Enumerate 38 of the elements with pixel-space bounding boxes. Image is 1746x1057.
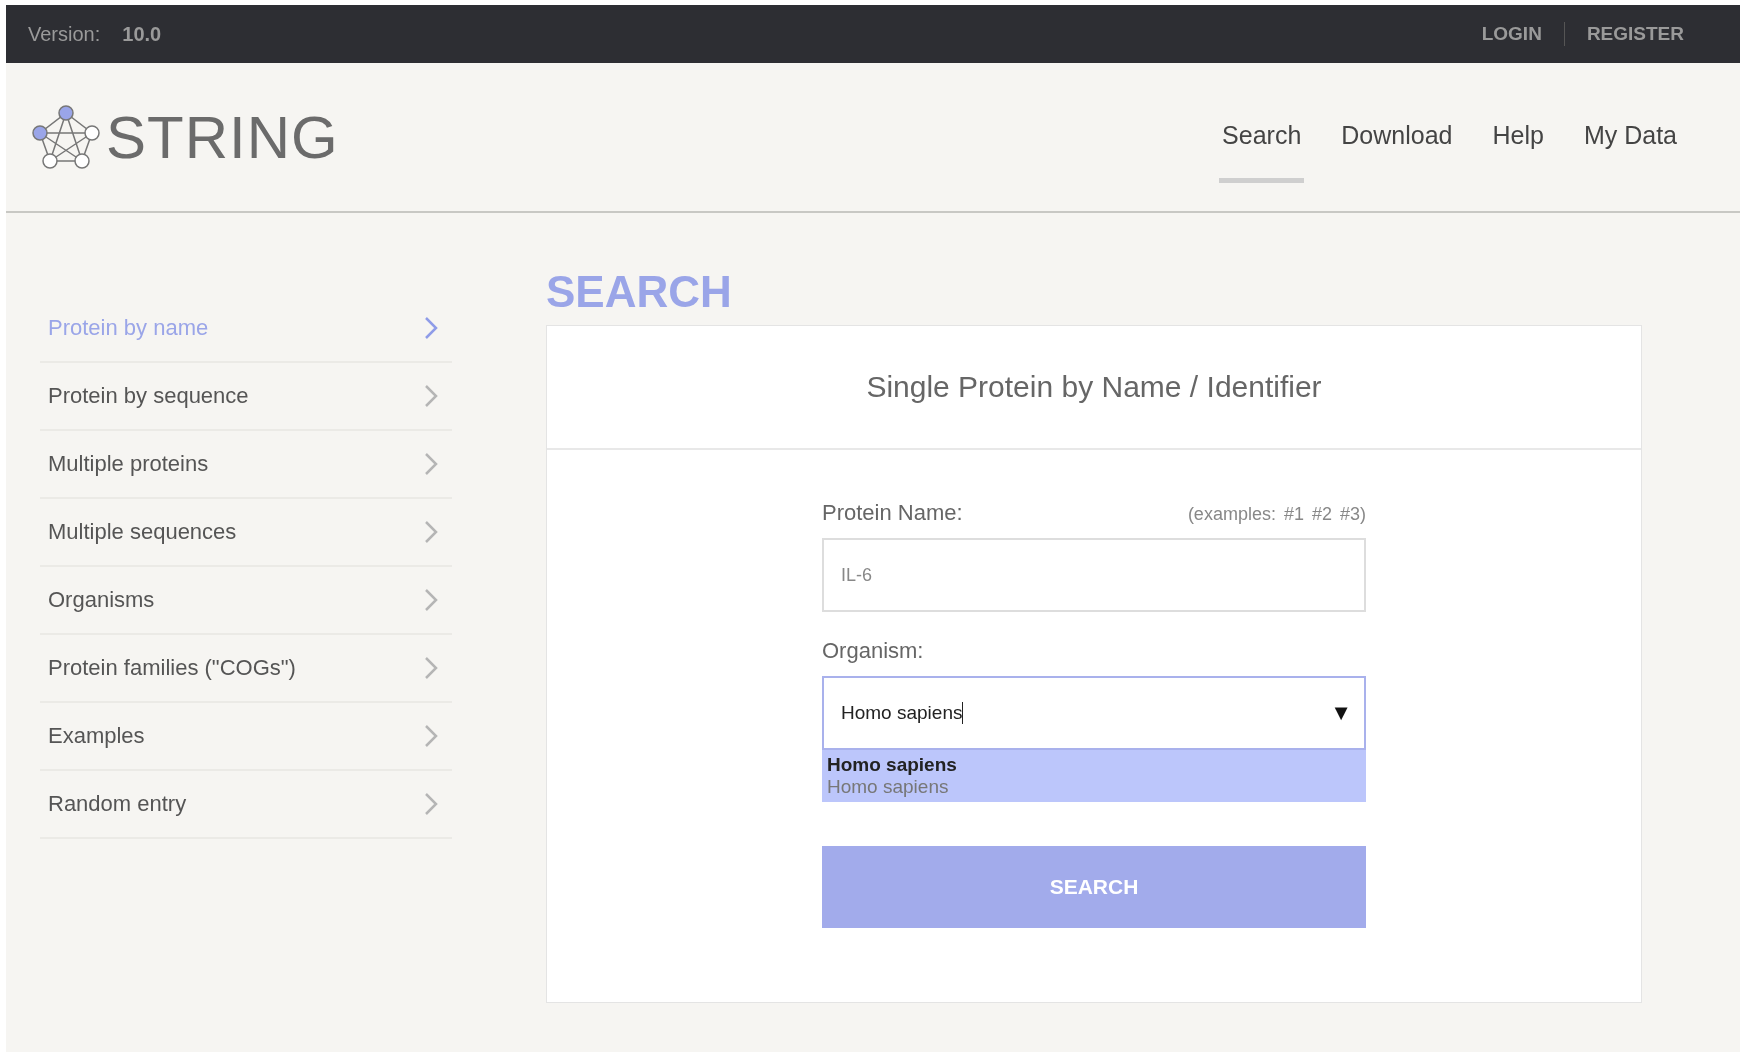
protein-name-field[interactable]: IL-6 [822, 538, 1366, 612]
sidebar-item[interactable]: Examples [40, 703, 452, 771]
nav-tab[interactable]: Download [1338, 63, 1456, 183]
sidebar-item[interactable]: Protein families ("COGs") [40, 635, 452, 703]
examples-end: ) [1360, 504, 1366, 525]
card-title: Single Protein by Name / Identifier [547, 326, 1641, 450]
chevron-icon [424, 452, 438, 476]
version-number: 10.0 [122, 22, 162, 46]
nav-tab[interactable]: My Data [1580, 63, 1680, 183]
field-label: Organism: [822, 638, 924, 664]
suggestion-item[interactable]: Homo sapiens Homo sapiens [822, 750, 1366, 802]
field-label: Protein Name: [822, 500, 963, 526]
example-link[interactable]: #3 [1339, 504, 1360, 524]
top-link[interactable]: LOGIN [1481, 23, 1542, 45]
nav-tab[interactable]: Help [1489, 63, 1547, 183]
version-label: Version: [28, 22, 101, 46]
chevron-icon [424, 792, 438, 816]
sidebar-item[interactable]: Organisms [40, 567, 452, 635]
sidebar-item[interactable]: Multiple proteins [40, 431, 452, 499]
top-link[interactable]: REGISTER [1586, 23, 1684, 45]
nav-tab[interactable]: Search [1219, 63, 1305, 183]
chevron-icon [424, 656, 438, 680]
logo-text: STRING [106, 102, 339, 172]
example-link[interactable]: #1 [1283, 504, 1304, 524]
chevron-icon [424, 588, 438, 612]
sidebar-item[interactable]: Random entry [40, 771, 452, 839]
dropdown-arrow-icon[interactable]: ▼ [1330, 700, 1352, 726]
chevron-icon [424, 724, 438, 748]
organism-field[interactable]: Homo sapiens ▼ [822, 676, 1366, 750]
chevron-icon [424, 384, 438, 408]
network-logo-icon [32, 103, 100, 171]
example-link[interactable]: #2 [1311, 504, 1332, 524]
page-title: SEARCH [546, 267, 733, 313]
chevron-icon [424, 316, 438, 340]
examples-label: (examples: [1187, 504, 1276, 525]
sidebar-item[interactable]: Protein by sequence [40, 363, 452, 431]
chevron-icon [424, 520, 438, 544]
sidebar-item[interactable]: Multiple sequences [40, 499, 452, 567]
